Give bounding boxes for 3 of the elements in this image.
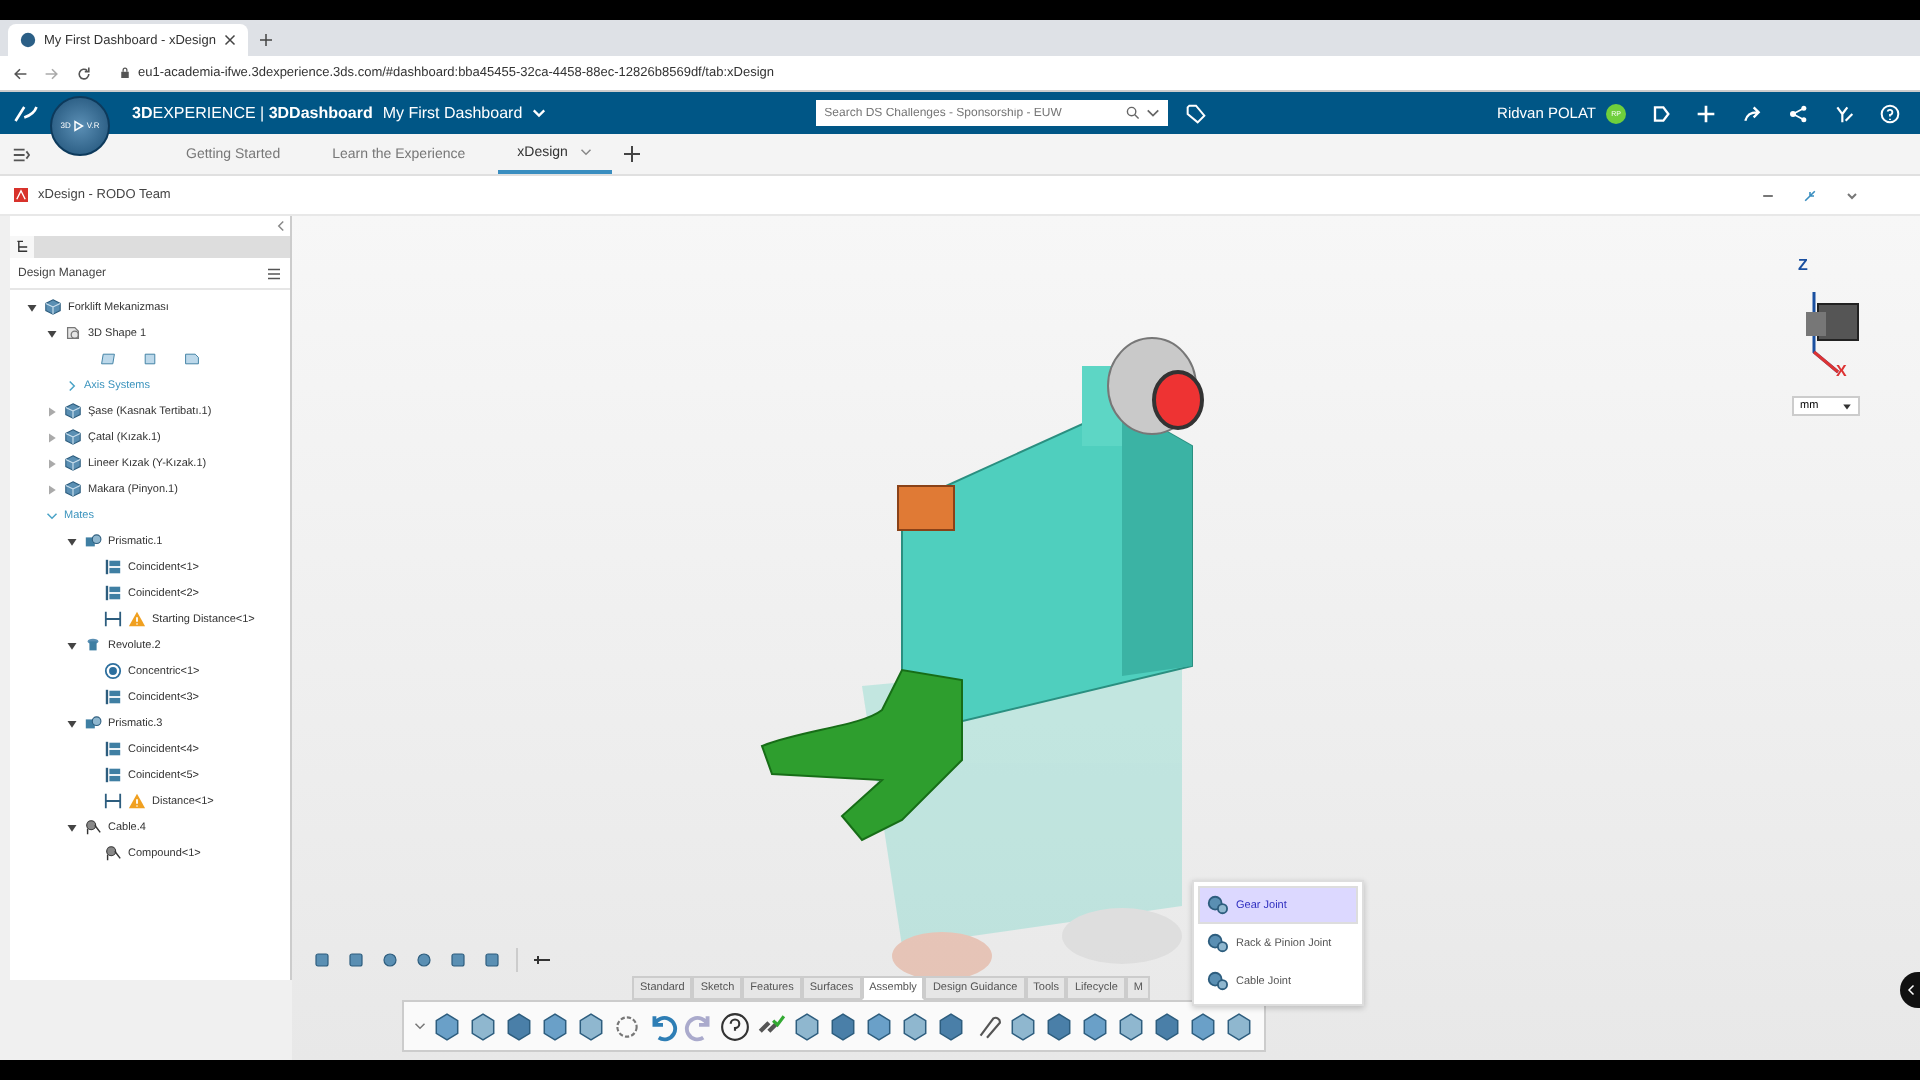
platform-title: 3DEXPERIENCE | 3DDashboard: [132, 104, 373, 122]
axis-label: Z: [1798, 256, 1808, 274]
axis-label: X: [1836, 362, 1847, 380]
